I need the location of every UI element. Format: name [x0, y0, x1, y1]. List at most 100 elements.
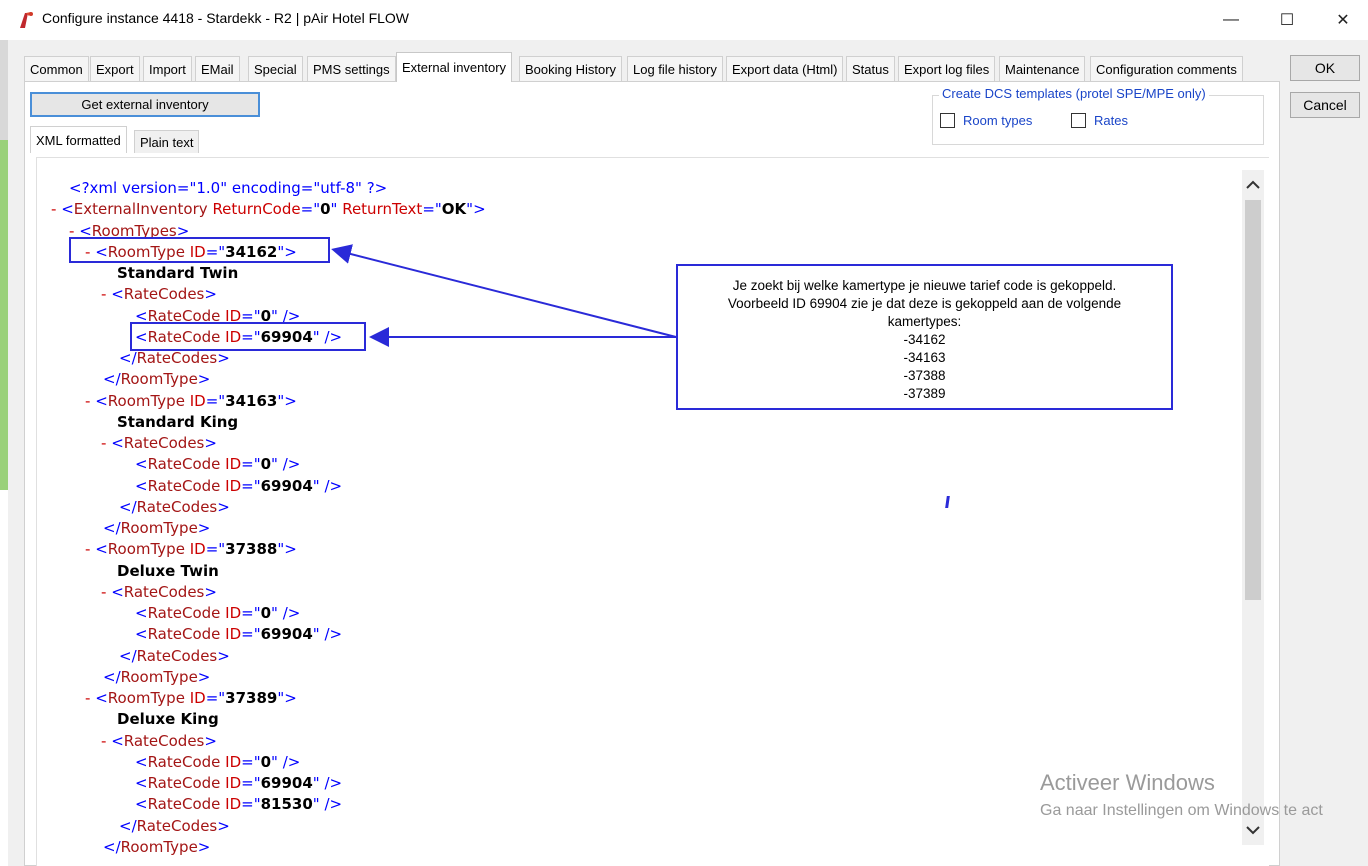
tab-pms-settings[interactable]: PMS settings — [307, 56, 396, 81]
highlight-box-ratecode — [130, 322, 366, 351]
tab-external-inventory[interactable]: External inventory — [396, 52, 513, 82]
xml-node-ratecodes[interactable]: - <RateCodes> — [101, 284, 217, 305]
cancel-button[interactable]: Cancel — [1290, 92, 1360, 118]
xml-bracket: < — [95, 391, 108, 410]
xml-line-declaration: <?xml version="1.0" encoding="utf-8" ?> — [69, 178, 387, 199]
xml-bracket: </ — [119, 646, 137, 665]
collapse-toggle-icon: - — [101, 582, 112, 601]
ok-button[interactable]: OK — [1290, 55, 1360, 81]
subtab-label: XML formatted — [36, 132, 121, 148]
xml-roomtype-name: Deluxe King — [117, 709, 219, 730]
tab-label: Booking History — [525, 61, 617, 77]
xml-close-ratecodes: </RateCodes> — [119, 816, 230, 837]
xml-attr-name: ID — [225, 795, 242, 814]
xml-tag-name: RoomType — [120, 370, 198, 389]
xml-bracket: "> — [277, 689, 297, 707]
xml-bracket: </ — [119, 497, 137, 516]
xml-attr-value: OK — [441, 200, 467, 219]
xml-node-ratecode: <RateCode ID="0" /> — [135, 752, 300, 773]
tab-label: Special — [254, 61, 297, 77]
get-external-inventory-button[interactable]: Get external inventory — [30, 92, 260, 117]
xml-scrollbar[interactable] — [1242, 170, 1264, 845]
tab-log-file-history[interactable]: Log file history — [627, 56, 723, 81]
collapse-toggle-icon: - — [85, 391, 96, 410]
tab-status[interactable]: Status — [846, 56, 895, 81]
tab-export-log-files[interactable]: Export log files — [898, 56, 996, 81]
tab-common[interactable]: Common — [24, 56, 89, 81]
xml-node-roomtype[interactable]: - <RoomType ID="37388"> — [85, 539, 297, 560]
subtab-plain-text[interactable]: Plain text — [134, 130, 200, 153]
xml-bracket: </ — [119, 816, 137, 835]
xml-tag-name: RateCode — [147, 774, 221, 792]
room-types-label: Room types — [963, 113, 1033, 128]
tab-booking-history[interactable]: Booking History — [519, 56, 623, 81]
xml-bracket: < — [135, 604, 148, 622]
xml-bracket: > — [197, 519, 211, 537]
scroll-thumb[interactable] — [1245, 200, 1261, 600]
highlight-box-roomtype — [69, 237, 330, 263]
xml-close-ratecodes: </RateCodes> — [119, 348, 230, 369]
tab-email[interactable]: EMail — [195, 56, 240, 81]
minimize-button[interactable]: — — [1208, 0, 1254, 40]
xml-bracket: " /> — [312, 625, 343, 644]
xml-bracket: "> — [277, 540, 297, 559]
xml-node-ratecode: <RateCode ID="69904" /> — [135, 476, 342, 497]
xml-node-ratecode: <RateCode ID="81530" /> — [135, 794, 342, 815]
xml-bracket: " /> — [271, 455, 301, 474]
xml-bracket: < — [111, 582, 124, 601]
xml-close-roomtype: </RoomType> — [103, 667, 210, 688]
xml-quote: =" — [241, 625, 261, 644]
xml-quote: =" — [205, 689, 226, 707]
tab-special[interactable]: Special — [248, 56, 303, 81]
xml-node-ratecode: <RateCode ID="69904" /> — [135, 773, 342, 794]
xml-bracket: > — [197, 667, 211, 686]
tab-label: Import — [149, 61, 186, 77]
xml-tag-name: RoomType — [107, 391, 185, 410]
tab-import[interactable]: Import — [143, 56, 192, 81]
xml-attr-value: 34163 — [225, 391, 278, 410]
xml-attr-value: 69904 — [260, 774, 313, 792]
chevron-down-icon — [1246, 826, 1260, 835]
collapse-toggle-icon: - — [101, 434, 112, 452]
tab-configuration-comments[interactable]: Configuration comments — [1090, 56, 1243, 81]
xml-attr-name: ReturnText — [342, 200, 423, 219]
xml-node-ratecodes[interactable]: - <RateCodes> — [101, 731, 217, 752]
scroll-up-button[interactable] — [1242, 170, 1264, 200]
xml-node-ratecodes[interactable]: - <RateCodes> — [101, 582, 217, 603]
xml-node-roomtype[interactable]: - <RoomType ID="34163"> — [85, 391, 297, 412]
xml-tag-name: RateCodes — [136, 816, 218, 835]
xml-attr-value: 37389 — [225, 689, 278, 707]
xml-bracket: < — [111, 434, 124, 452]
room-types-checkbox[interactable]: Room types — [940, 113, 1032, 128]
xml-tag-name: RoomType — [107, 689, 185, 707]
xml-node-external-inventory[interactable]: - <ExternalInventory ReturnCode="0" Retu… — [51, 199, 486, 220]
xml-quote: =" — [241, 455, 261, 474]
xml-bracket: "> — [277, 391, 297, 410]
rates-checkbox[interactable]: Rates — [1071, 113, 1128, 128]
window-title: Configure instance 4418 - Stardekk - R2 … — [42, 10, 410, 26]
xml-bracket: "> — [466, 200, 486, 219]
xml-node-roomtype[interactable]: - <RoomType ID="37389"> — [85, 688, 297, 709]
tab-export[interactable]: Export — [90, 56, 140, 81]
tab-label: Configuration comments — [1096, 61, 1237, 77]
xml-quote: =" — [241, 476, 261, 495]
xml-node-ratecodes[interactable]: - <RateCodes> — [101, 433, 217, 454]
maximize-button[interactable]: ☐ — [1264, 0, 1310, 40]
xml-tag-name: RateCode — [147, 604, 221, 622]
annotation-line: -37388 — [903, 368, 946, 383]
checkbox-box[interactable] — [940, 113, 955, 128]
xml-bracket: > — [217, 497, 230, 516]
xml-close-ratecodes: </RateCodes> — [119, 646, 230, 667]
tab-maintenance[interactable]: Maintenance — [999, 56, 1086, 81]
annotation-line: -37389 — [903, 386, 946, 401]
subtab-xml-formatted[interactable]: XML formatted — [30, 126, 127, 153]
xml-tag-name: RoomType — [107, 540, 185, 559]
checkbox-box[interactable] — [1071, 113, 1086, 128]
tab-export-data-html[interactable]: Export data (Html) — [726, 56, 844, 81]
xml-bracket: </ — [103, 519, 121, 537]
xml-bracket: > — [217, 816, 230, 835]
close-button[interactable]: ✕ — [1320, 0, 1366, 40]
xml-bracket: < — [95, 540, 108, 559]
xml-bracket: </ — [103, 667, 121, 686]
xml-bracket: " /> — [312, 476, 343, 495]
